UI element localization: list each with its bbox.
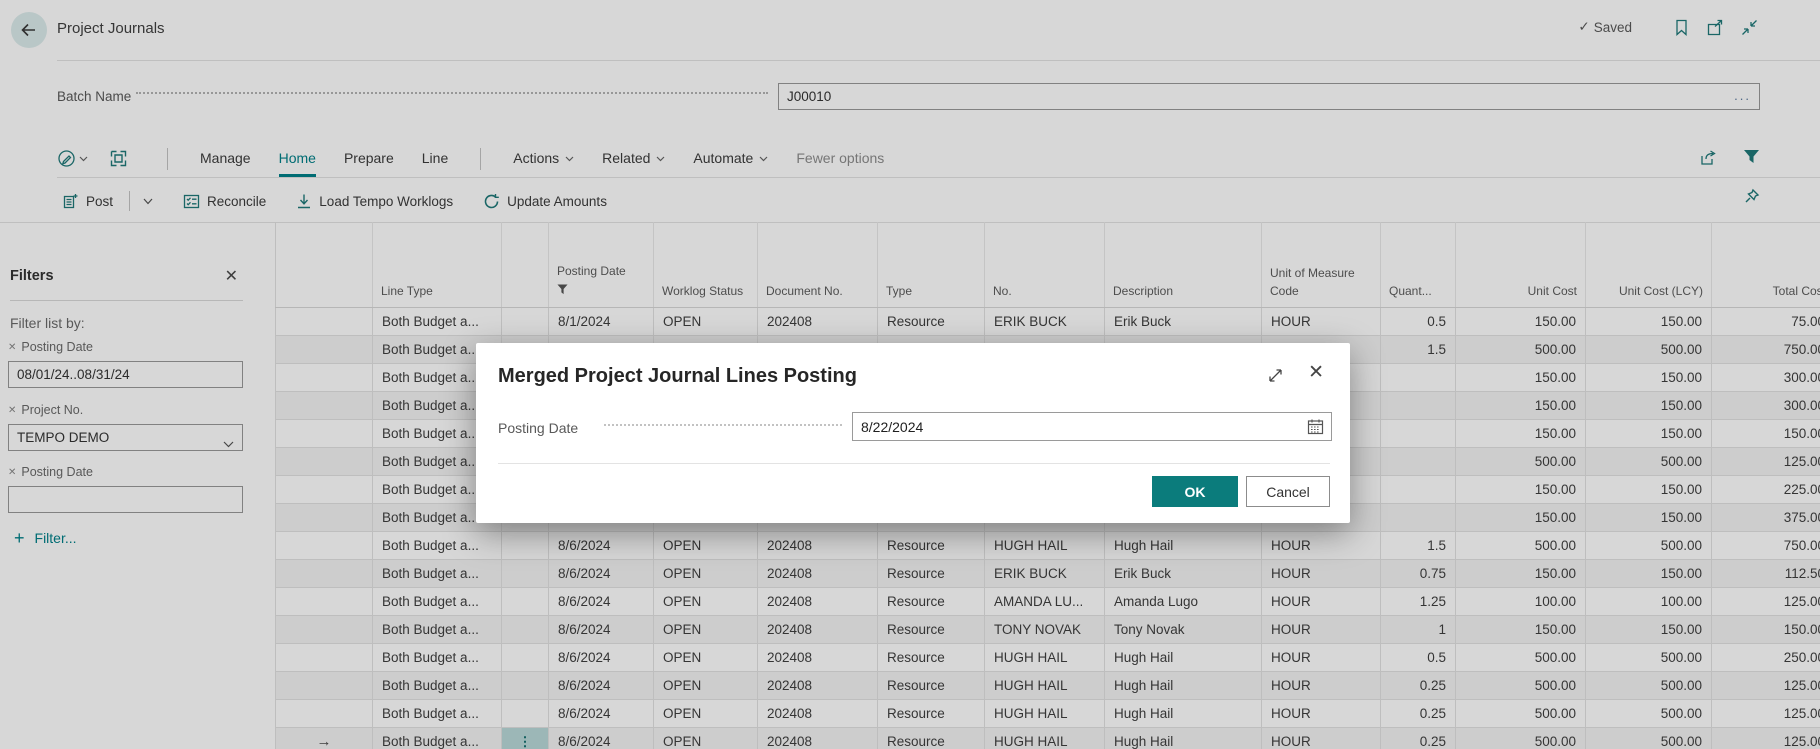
calendar-icon[interactable] [1307, 418, 1324, 440]
expand-dialog-icon[interactable] [1267, 367, 1284, 389]
dialog-posting-date-field[interactable] [852, 412, 1332, 441]
ok-button[interactable]: OK [1152, 476, 1238, 507]
merged-posting-dialog: Merged Project Journal Lines Posting ✕ P… [476, 343, 1350, 523]
cancel-button[interactable]: Cancel [1246, 476, 1330, 507]
dialog-posting-date-input[interactable] [853, 413, 1331, 440]
dotted-leader [604, 424, 842, 426]
dialog-posting-date-label: Posting Date [498, 420, 578, 436]
dialog-title: Merged Project Journal Lines Posting [498, 365, 857, 388]
dialog-divider [498, 463, 1330, 464]
close-dialog-icon[interactable]: ✕ [1308, 363, 1324, 383]
